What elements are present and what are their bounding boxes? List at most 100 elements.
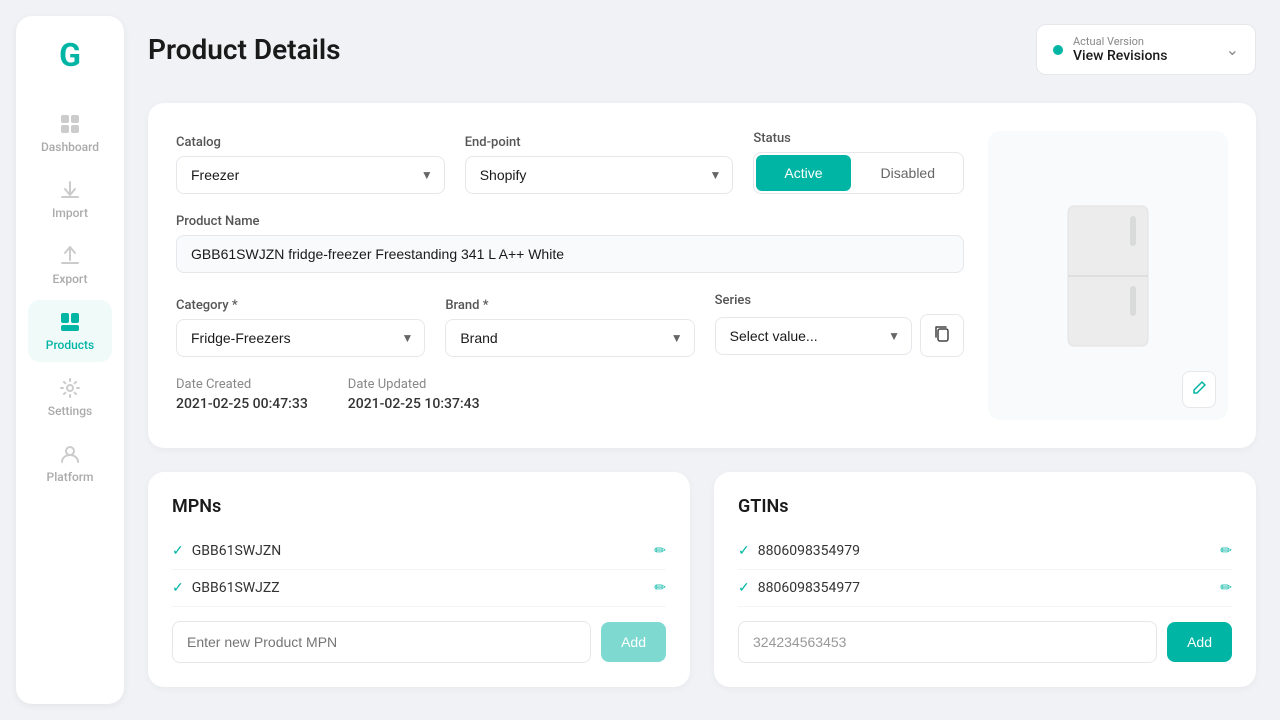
status-group: Status Active Disabled (753, 131, 964, 194)
sidebar-item-settings-label: Settings (48, 404, 92, 418)
mpn-item-0: ✓ GBB61SWJZN ✏ (172, 533, 666, 570)
sidebar-item-dashboard-label: Dashboard (41, 140, 99, 154)
date-created-value: 2021-02-25 00:47:33 (176, 396, 308, 412)
gtin-add-input[interactable] (738, 621, 1157, 663)
gtins-card: GTINs ✓ 8806098354979 ✏ ✓ 8806098354977 … (714, 472, 1256, 687)
main-content: Product Details Actual Version View Revi… (124, 0, 1280, 720)
gtin-item-0: ✓ 8806098354979 ✏ (738, 533, 1232, 570)
brand-label: Brand * (445, 298, 694, 313)
mpn-item-1: ✓ GBB61SWJZZ ✏ (172, 570, 666, 607)
gtin-edit-icon-0[interactable]: ✏ (1220, 543, 1232, 559)
mpn-item-0-left: ✓ GBB61SWJZN (172, 543, 281, 559)
copy-icon (933, 324, 951, 342)
mpn-check-icon-0: ✓ (172, 543, 184, 559)
mpns-title: MPNs (172, 496, 666, 517)
mpn-value-1: GBB61SWJZZ (192, 580, 280, 596)
category-group: Category * Fridge-Freezers ▼ (176, 298, 425, 357)
version-value: View Revisions (1073, 48, 1216, 64)
catalog-label: Catalog (176, 135, 445, 150)
gtins-title: GTINs (738, 496, 1232, 517)
product-image-area (988, 131, 1228, 420)
settings-icon (58, 376, 82, 400)
sidebar-item-platform[interactable]: Platform (28, 432, 112, 494)
dates-row: Date Created 2021-02-25 00:47:33 Date Up… (176, 377, 964, 412)
pencil-icon (1191, 380, 1207, 396)
series-group: Series Select value... ▼ (715, 293, 964, 357)
series-input-row: Select value... ▼ (715, 314, 964, 357)
mpns-card: MPNs ✓ GBB61SWJZN ✏ ✓ GBB61SWJZZ ✏ Add (148, 472, 690, 687)
mpn-add-row: Add (172, 621, 666, 663)
date-created-label: Date Created (176, 377, 308, 392)
brand-group: Brand * Brand ▼ (445, 298, 694, 357)
import-icon (58, 178, 82, 202)
gtin-item-1: ✓ 8806098354977 ✏ (738, 570, 1232, 607)
category-select[interactable]: Fridge-Freezers (176, 319, 425, 357)
mpn-edit-icon-1[interactable]: ✏ (654, 580, 666, 596)
product-image (1048, 196, 1168, 356)
version-label: Actual Version (1073, 35, 1216, 48)
mpn-add-input[interactable] (172, 621, 591, 663)
catalog-group: Catalog Freezer ▼ (176, 135, 445, 194)
version-dropdown[interactable]: Actual Version View Revisions ⌄ (1036, 24, 1256, 75)
page-header: Product Details Actual Version View Revi… (148, 24, 1256, 75)
product-image-placeholder (1048, 196, 1168, 356)
status-label: Status (753, 131, 964, 146)
mpn-item-1-left: ✓ GBB61SWJZZ (172, 580, 280, 596)
export-icon (58, 244, 82, 268)
product-details-card: Catalog Freezer ▼ End-point Shopify (148, 103, 1256, 448)
sidebar: G Dashboard Import Export (16, 16, 124, 704)
bottom-section: MPNs ✓ GBB61SWJZN ✏ ✓ GBB61SWJZZ ✏ Add (148, 472, 1256, 687)
mpn-edit-icon-0[interactable]: ✏ (654, 543, 666, 559)
sidebar-item-platform-label: Platform (47, 470, 94, 484)
dashboard-icon (58, 112, 82, 136)
series-select-wrapper: Select value... ▼ (715, 317, 912, 355)
catalog-endpoint-row: Catalog Freezer ▼ End-point Shopify (176, 131, 964, 194)
sidebar-item-import[interactable]: Import (28, 168, 112, 230)
series-copy-button[interactable] (920, 314, 964, 357)
mpn-value-0: GBB61SWJZN (192, 543, 282, 559)
sidebar-item-export-label: Export (53, 272, 88, 286)
category-label: Category * (176, 298, 425, 313)
sidebar-item-import-label: Import (52, 206, 88, 220)
brand-select[interactable]: Brand (445, 319, 694, 357)
gtin-check-icon-0: ✓ (738, 543, 750, 559)
gtin-item-0-left: ✓ 8806098354979 (738, 543, 860, 559)
sidebar-item-products-label: Products (46, 338, 94, 352)
mpn-add-button[interactable]: Add (601, 622, 666, 662)
version-status-dot (1053, 45, 1063, 55)
product-name-input[interactable] (176, 235, 964, 273)
brand-select-wrapper: Brand ▼ (445, 319, 694, 357)
product-name-group: Product Name (176, 214, 964, 273)
date-updated-value: 2021-02-25 10:37:43 (348, 396, 480, 412)
gtin-value-1: 8806098354977 (758, 580, 860, 596)
sidebar-item-products[interactable]: Products (28, 300, 112, 362)
gtin-item-1-left: ✓ 8806098354977 (738, 580, 860, 596)
page-title: Product Details (148, 33, 341, 66)
catalog-select[interactable]: Freezer (176, 156, 445, 194)
gtin-add-row: Add (738, 621, 1232, 663)
category-select-wrapper: Fridge-Freezers ▼ (176, 319, 425, 357)
category-brand-series-row: Category * Fridge-Freezers ▼ Brand * Bra… (176, 293, 964, 357)
app-logo: G (59, 36, 81, 74)
gtin-check-icon-1: ✓ (738, 580, 750, 596)
mpn-check-icon-1: ✓ (172, 580, 184, 596)
series-select[interactable]: Select value... (715, 317, 912, 355)
endpoint-select[interactable]: Shopify (465, 156, 734, 194)
products-icon (58, 310, 82, 334)
sidebar-item-dashboard[interactable]: Dashboard (28, 102, 112, 164)
status-active-button[interactable]: Active (756, 155, 850, 191)
gtin-add-button[interactable]: Add (1167, 622, 1232, 662)
gtin-edit-icon-1[interactable]: ✏ (1220, 580, 1232, 596)
form-area: Catalog Freezer ▼ End-point Shopify (176, 131, 964, 420)
gtin-value-0: 8806098354979 (758, 543, 860, 559)
series-label: Series (715, 293, 964, 308)
status-disabled-button[interactable]: Disabled (853, 153, 963, 193)
version-text-block: Actual Version View Revisions (1073, 35, 1216, 64)
platform-icon (58, 442, 82, 466)
sidebar-item-export[interactable]: Export (28, 234, 112, 296)
edit-image-button[interactable] (1182, 371, 1216, 408)
endpoint-group: End-point Shopify ▼ (465, 135, 734, 194)
chevron-down-icon: ⌄ (1226, 40, 1239, 59)
date-updated-item: Date Updated 2021-02-25 10:37:43 (348, 377, 480, 412)
sidebar-item-settings[interactable]: Settings (28, 366, 112, 428)
